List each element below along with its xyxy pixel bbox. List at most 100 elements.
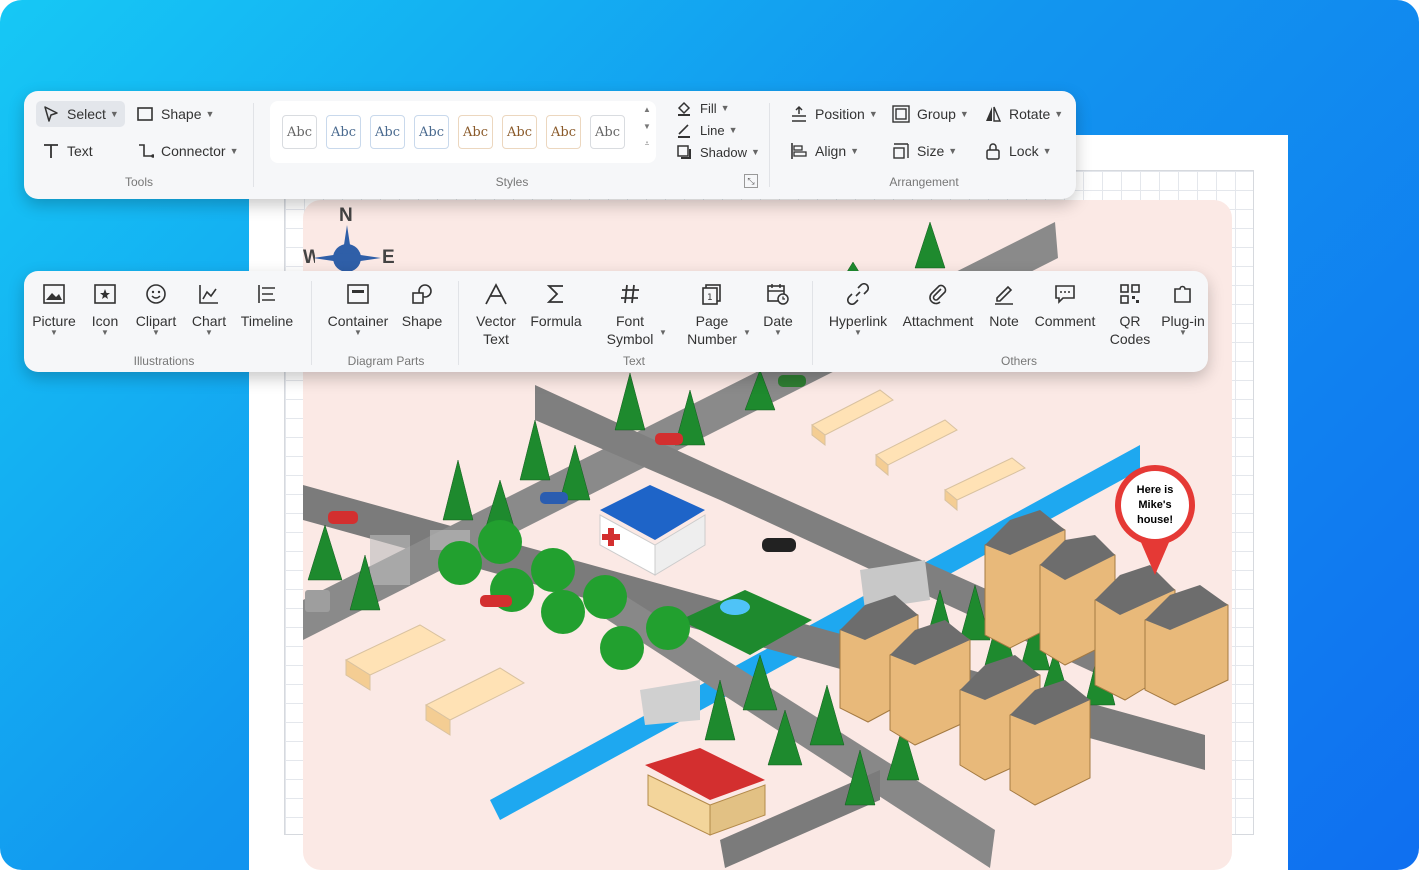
chevron-down-icon: ▼	[850, 146, 860, 156]
comment-button[interactable]: Comment	[1032, 280, 1098, 330]
hyperlink-button[interactable]: Hyperlink ▼	[826, 280, 890, 337]
crosswalk	[370, 535, 410, 585]
font-symbol-line-1: Font	[615, 313, 644, 329]
chevron-down-icon[interactable]: ▼	[743, 328, 751, 337]
timeline-icon	[253, 280, 281, 308]
picture-button[interactable]: Picture ▼	[32, 280, 76, 337]
position-button[interactable]: Position ▼	[784, 101, 884, 127]
shapes-icon	[408, 280, 436, 308]
chevron-down-icon: ▼	[152, 328, 160, 337]
qr-code-icon	[1116, 280, 1144, 308]
chart-button[interactable]: Chart ▼	[188, 280, 230, 337]
fill-button[interactable]: Fill ▼	[669, 97, 736, 119]
text-tool-button[interactable]: Text	[36, 138, 99, 164]
chevron-down-icon: ▼	[728, 125, 738, 135]
fire-station	[645, 748, 766, 836]
align-left-icon	[790, 142, 808, 160]
style-swatch[interactable]: Abc	[414, 115, 449, 149]
star-frame-icon	[91, 280, 119, 308]
pen-line-icon	[675, 121, 693, 139]
chevron-down-icon: ▼	[750, 147, 760, 157]
rotate-button[interactable]: Rotate ▼	[978, 101, 1069, 127]
shadow-button[interactable]: Shadow ▼	[669, 141, 766, 163]
vector-text-line-2: Text	[483, 331, 509, 347]
chevron-down-icon: ▼	[774, 328, 782, 337]
attachment-button[interactable]: Attachment	[900, 280, 976, 330]
divider	[311, 281, 312, 365]
sigma-icon	[542, 280, 570, 308]
timeline-button[interactable]: Timeline	[238, 280, 296, 330]
page-number-button[interactable]: 1 Page Number	[684, 280, 740, 348]
flip-icon	[984, 105, 1002, 123]
select-tool-button[interactable]: Select ▼	[36, 101, 125, 127]
font-symbol-line-2: Symbol	[606, 331, 654, 347]
chevron-down-icon: ▼	[229, 146, 239, 156]
shape-label: Shape	[161, 106, 202, 122]
size-label: Size	[917, 143, 945, 159]
pointer-icon	[42, 105, 60, 123]
connector-tool-button[interactable]: Connector ▼	[130, 138, 245, 164]
style-swatch[interactable]: Abc	[590, 115, 625, 149]
group-label: Group	[917, 106, 956, 122]
shape-tool-button[interactable]: Shape ▼	[130, 101, 220, 127]
clipart-button[interactable]: Clipart ▼	[132, 280, 180, 337]
compass-north-label: N	[339, 205, 353, 226]
container-button[interactable]: Container ▼	[326, 280, 390, 337]
style-swatch[interactable]: Abc	[282, 115, 317, 149]
page-number-line-2: Number	[687, 331, 737, 347]
chevron-down-icon: ▼	[1042, 146, 1052, 156]
size-button[interactable]: Size ▼	[886, 138, 963, 164]
shape-insert-button[interactable]: Shape	[400, 280, 444, 330]
styles-dialog-launcher-icon[interactable]: ⤡	[744, 174, 758, 188]
style-swatch[interactable]: Abc	[326, 115, 361, 149]
divider	[812, 281, 813, 365]
bridge	[640, 680, 700, 725]
chevron-down-icon[interactable]: ▼	[659, 328, 667, 337]
position-icon	[790, 105, 808, 123]
size-icon	[892, 142, 910, 160]
style-gallery-scroll[interactable]: ▲ ▼ ⩡	[642, 105, 652, 149]
qr-line-1: QR	[1119, 313, 1141, 329]
style-swatch[interactable]: Abc	[546, 115, 581, 149]
qr-codes-button[interactable]: QR Codes	[1108, 280, 1152, 348]
scroll-down-icon[interactable]: ▼	[643, 122, 651, 131]
connector-label: Connector	[161, 143, 226, 159]
text-group-label: Text	[622, 354, 645, 368]
line-button[interactable]: Line ▼	[669, 119, 744, 141]
expand-gallery-icon[interactable]: ⩡	[645, 139, 650, 149]
align-button[interactable]: Align ▼	[784, 138, 865, 164]
chevron-down-icon: ▼	[205, 109, 215, 119]
icon-button[interactable]: Icon ▼	[86, 280, 124, 337]
style-swatch[interactable]: Abc	[370, 115, 405, 149]
format-toolbar: Select ▼ Shape ▼ Text Connector ▼ Tools …	[24, 91, 1076, 199]
plugin-button[interactable]: Plug-in ▼	[1160, 280, 1206, 337]
style-gallery: Abc Abc Abc Abc Abc Abc Abc Abc	[270, 101, 656, 163]
formula-label: Formula	[530, 313, 582, 329]
shadow-icon	[675, 143, 693, 161]
formula-button[interactable]: Formula	[528, 280, 584, 330]
attachment-label: Attachment	[902, 313, 974, 329]
paperclip-icon	[924, 280, 952, 308]
scroll-up-icon[interactable]: ▲	[643, 105, 651, 114]
timeline-label: Timeline	[240, 313, 294, 329]
text-label: Text	[67, 143, 93, 159]
style-swatch[interactable]: Abc	[458, 115, 493, 149]
line-label: Line	[700, 122, 725, 138]
vector-text-button[interactable]: Vector Text	[470, 280, 522, 348]
note-button[interactable]: Note	[984, 280, 1024, 330]
callout-line-1: Here is	[1136, 484, 1174, 496]
tools-group-label: Tools	[124, 175, 153, 189]
chevron-down-icon: ▼	[959, 109, 969, 119]
font-symbol-button[interactable]: Font Symbol	[602, 280, 658, 348]
text-icon	[42, 142, 60, 160]
callout-text[interactable]: Here is Mike's house!	[1124, 483, 1186, 528]
lock-button[interactable]: Lock ▼	[978, 138, 1058, 164]
callout-line-2: Mike's	[1138, 499, 1172, 511]
style-swatch[interactable]: Abc	[502, 115, 537, 149]
fill-label: Fill	[700, 100, 717, 116]
chevron-down-icon: ▼	[109, 109, 119, 119]
chevron-down-icon: ▼	[50, 328, 58, 337]
vector-text-line-1: Vector	[476, 313, 516, 329]
group-button[interactable]: Group ▼	[886, 101, 975, 127]
date-button[interactable]: Date ▼	[758, 280, 798, 337]
